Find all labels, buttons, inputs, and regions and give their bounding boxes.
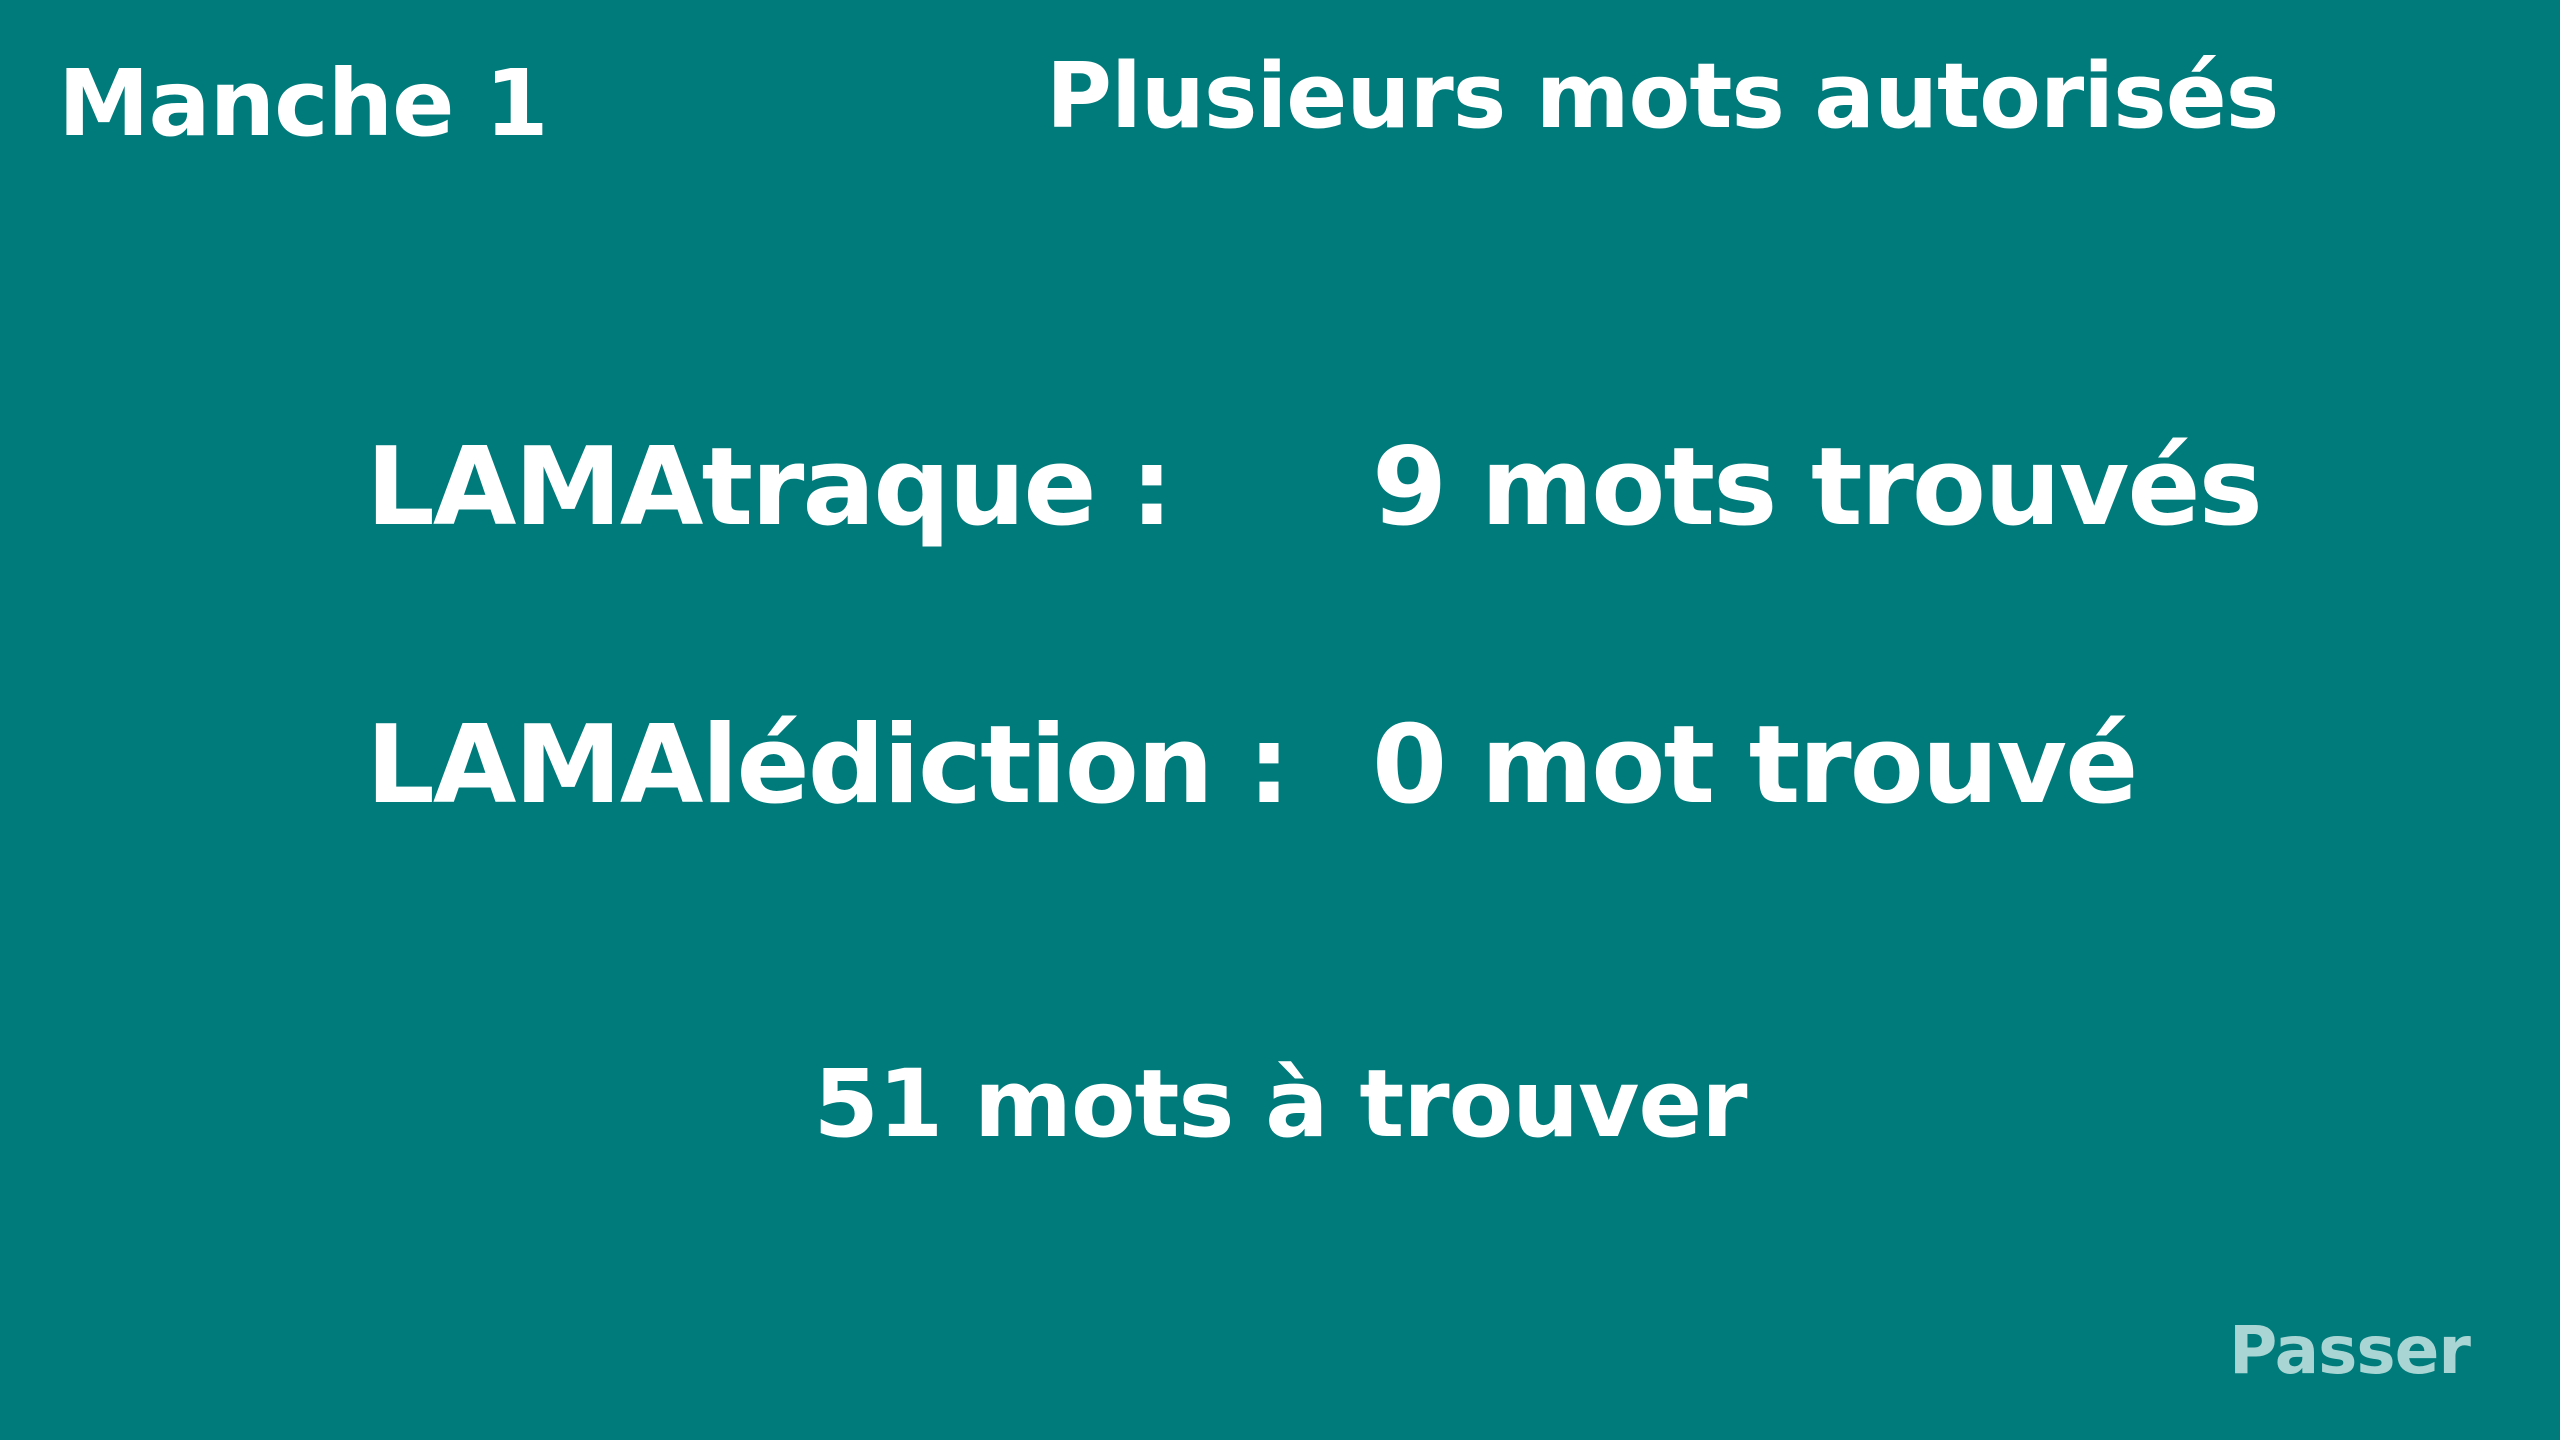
team-score-1: 9 mots trouvés [1372,425,2263,550]
team-name-1: LAMAtraque : [366,425,1173,550]
words-remaining: 51 mots à trouver [813,1050,1747,1159]
team-name-2: LAMAlédiction : [366,703,1291,828]
team-score-2: 0 mot trouvé [1372,703,2138,828]
game-mode-label: Plusieurs mots autorisés [1046,44,2279,149]
skip-button[interactable]: Passer [2229,1318,2471,1384]
round-label: Manche 1 [58,50,549,157]
